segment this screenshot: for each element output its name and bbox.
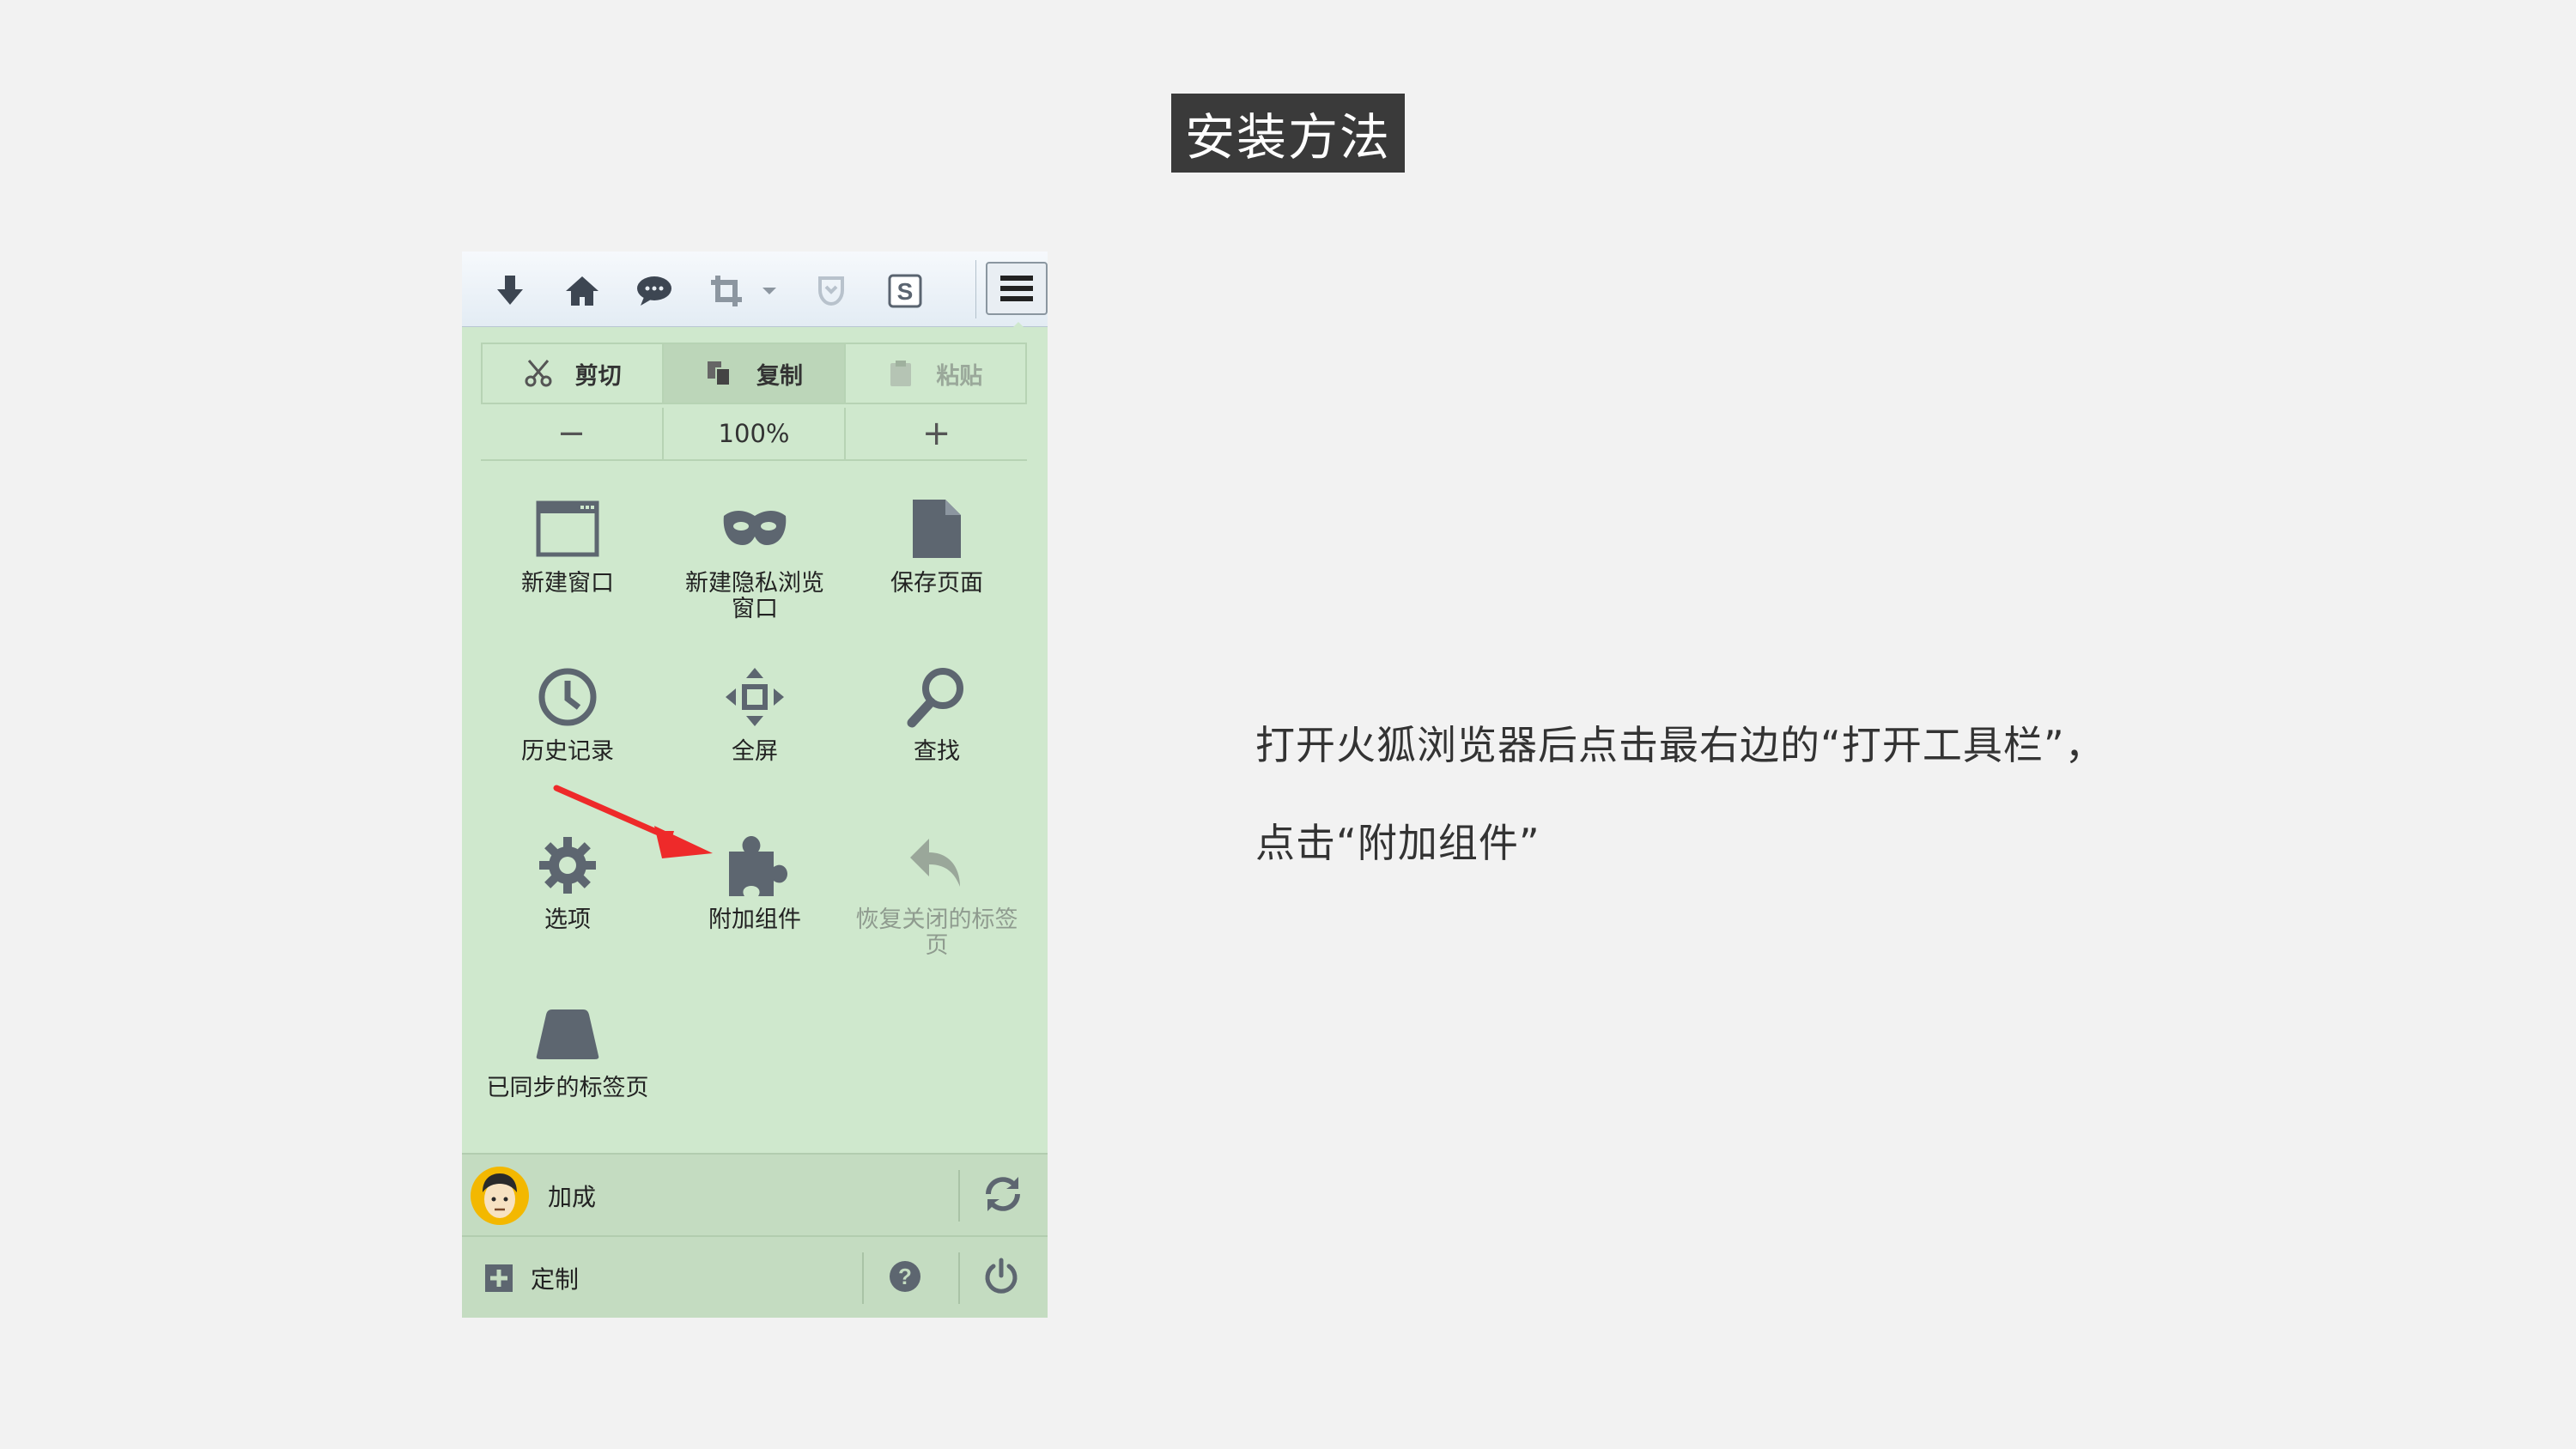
menu-item-label: 历史记录 [521,738,614,765]
power-icon[interactable] [982,1258,1024,1299]
zoom-in-button[interactable]: + [844,408,1027,459]
scissors-icon [525,360,552,387]
edit-controls: 剪切 复制 粘贴 [481,343,1027,404]
fullscreen-icon [716,658,793,736]
crop-icon[interactable] [702,267,750,315]
cut-button[interactable]: 剪切 [483,344,662,403]
menu-item-addons[interactable]: 附加组件 [665,827,845,933]
description-line-2: 点击“附加组件” [1255,820,1540,866]
synced-tabs-icon [529,995,606,1072]
download-icon[interactable] [486,267,534,315]
svg-text:S: S [897,278,914,305]
menu-item-new-window[interactable]: 新建窗口 [477,490,658,597]
puzzle-icon [716,827,793,904]
menu-item-label: 全屏 [732,738,778,765]
clock-icon [529,658,606,736]
zoom-reset-button[interactable]: 100% [661,408,845,459]
description-line-1: 打开火狐浏览器后点击最右边的“打开工具栏”， [1255,722,2105,768]
customize-button[interactable]: 定制 [462,1237,866,1318]
zoom-controls: − 100% + [481,408,1027,461]
zoom-out-button[interactable]: − [481,408,662,459]
page-icon [898,490,975,567]
home-icon[interactable] [558,267,606,315]
slide-title: 安装方法 [1171,94,1405,173]
menu-item-label: 保存页面 [890,570,983,597]
chat-icon[interactable] [630,267,678,315]
menu-item-fullscreen[interactable]: 全屏 [665,658,845,765]
avatar [469,1165,531,1227]
sync-icon[interactable] [984,1175,1025,1216]
menu-item-label: 选项 [544,906,591,933]
magnifier-icon [898,658,975,736]
menu-item-restore-closed-tabs[interactable]: 恢复关闭的标签页 [847,827,1027,959]
clipboard-icon [890,361,912,386]
firefox-menu-panel: S 剪切 复制 粘贴 − 100% + 新建窗口 新建隐私浏览窗口 保存页面 历… [462,252,1048,1318]
s-icon[interactable]: S [881,267,929,315]
menu-item-label: 附加组件 [708,906,801,933]
pocket-icon[interactable] [807,267,855,315]
account-name: 加成 [548,1183,597,1211]
help-icon[interactable]: ? [888,1259,926,1297]
plus-box-icon [485,1264,513,1292]
menu-item-find[interactable]: 查找 [847,658,1027,765]
menu-item-history[interactable]: 历史记录 [477,658,658,765]
menu-item-label: 已同步的标签页 [486,1075,649,1101]
menu-item-options[interactable]: 选项 [477,827,658,933]
svg-text:?: ? [898,1264,912,1289]
hamburger-menu-icon[interactable] [986,262,1048,315]
account-row[interactable]: 加成 [462,1153,1048,1235]
menu-item-label: 新建窗口 [521,570,614,597]
paste-button[interactable]: 粘贴 [843,344,1025,403]
menu-item-label: 恢复关闭的标签页 [855,906,1018,959]
cut-label: 剪切 [574,362,622,390]
menu-item-label: 新建隐私浏览窗口 [685,570,824,622]
menu-item-save-page[interactable]: 保存页面 [847,490,1027,597]
menu-item-private-window[interactable]: 新建隐私浏览窗口 [665,490,845,622]
menu-item-synced-tabs[interactable]: 已同步的标签页 [477,995,658,1101]
customize-label: 定制 [531,1265,580,1294]
paste-label: 粘贴 [936,362,983,390]
dropdown-icon[interactable] [752,267,787,315]
copy-icon [707,361,731,386]
panel-footer: 定制 ? [462,1235,1048,1318]
undo-arrow-icon [898,827,975,904]
window-icon [529,490,606,567]
copy-button[interactable]: 复制 [662,344,844,403]
browser-toolbar: S [462,252,1048,327]
mask-icon [716,490,793,567]
copy-label: 复制 [756,362,803,390]
gear-icon [529,827,606,904]
menu-item-label: 查找 [914,738,960,765]
